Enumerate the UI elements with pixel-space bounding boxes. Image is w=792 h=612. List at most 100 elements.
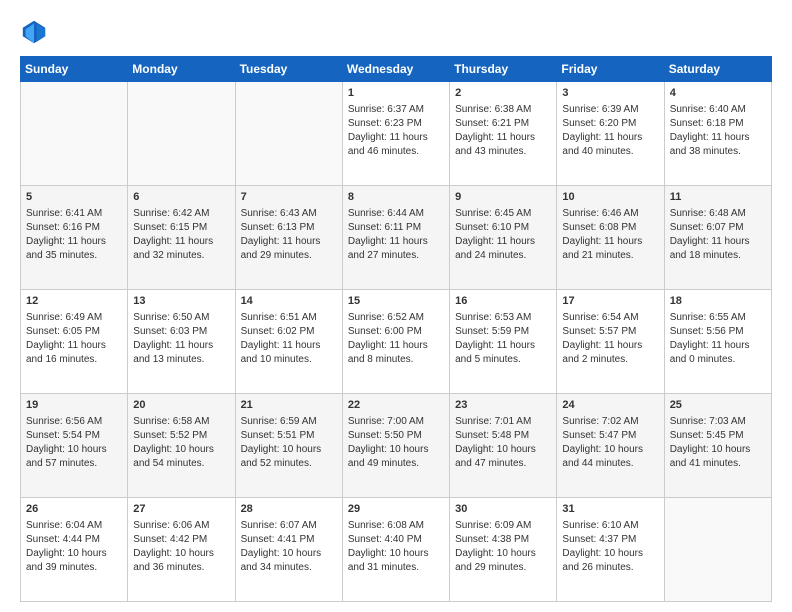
calendar-week-row: 26Sunrise: 6:04 AMSunset: 4:44 PMDayligh… [21,498,772,602]
sunset-text: Sunset: 6:10 PM [455,221,551,235]
sunrise-text: Sunrise: 6:04 AM [26,519,122,533]
day-number: 26 [26,502,122,517]
daylight-text: Daylight: 10 hours and 36 minutes. [133,547,229,575]
day-number: 1 [348,86,444,101]
daylight-text: Daylight: 10 hours and 44 minutes. [562,443,658,471]
sunrise-text: Sunrise: 6:59 AM [241,415,337,429]
calendar-cell: 13Sunrise: 6:50 AMSunset: 6:03 PMDayligh… [128,290,235,394]
daylight-text: Daylight: 10 hours and 31 minutes. [348,547,444,575]
sunset-text: Sunset: 5:45 PM [670,429,766,443]
daylight-text: Daylight: 11 hours and 5 minutes. [455,339,551,367]
sunrise-text: Sunrise: 6:53 AM [455,311,551,325]
header [20,18,772,46]
day-number: 15 [348,294,444,309]
day-number: 7 [241,190,337,205]
day-number: 10 [562,190,658,205]
day-number: 20 [133,398,229,413]
calendar-cell: 6Sunrise: 6:42 AMSunset: 6:15 PMDaylight… [128,186,235,290]
sunset-text: Sunset: 6:20 PM [562,117,658,131]
sunset-text: Sunset: 4:44 PM [26,533,122,547]
calendar-cell: 15Sunrise: 6:52 AMSunset: 6:00 PMDayligh… [342,290,449,394]
daylight-text: Daylight: 10 hours and 49 minutes. [348,443,444,471]
daylight-text: Daylight: 11 hours and 13 minutes. [133,339,229,367]
calendar-cell: 4Sunrise: 6:40 AMSunset: 6:18 PMDaylight… [664,82,771,186]
daylight-text: Daylight: 11 hours and 0 minutes. [670,339,766,367]
daylight-text: Daylight: 10 hours and 29 minutes. [455,547,551,575]
daylight-text: Daylight: 10 hours and 39 minutes. [26,547,122,575]
sunset-text: Sunset: 6:03 PM [133,325,229,339]
calendar-cell: 16Sunrise: 6:53 AMSunset: 5:59 PMDayligh… [450,290,557,394]
logo-icon [20,18,48,46]
daylight-text: Daylight: 11 hours and 43 minutes. [455,131,551,159]
sunrise-text: Sunrise: 7:01 AM [455,415,551,429]
sunset-text: Sunset: 4:40 PM [348,533,444,547]
day-number: 12 [26,294,122,309]
calendar-cell [664,498,771,602]
day-number: 11 [670,190,766,205]
calendar-cell: 12Sunrise: 6:49 AMSunset: 6:05 PMDayligh… [21,290,128,394]
calendar-cell: 27Sunrise: 6:06 AMSunset: 4:42 PMDayligh… [128,498,235,602]
day-number: 5 [26,190,122,205]
sunrise-text: Sunrise: 6:49 AM [26,311,122,325]
calendar-cell: 17Sunrise: 6:54 AMSunset: 5:57 PMDayligh… [557,290,664,394]
daylight-text: Daylight: 11 hours and 29 minutes. [241,235,337,263]
daylight-text: Daylight: 10 hours and 52 minutes. [241,443,337,471]
day-number: 4 [670,86,766,101]
day-number: 24 [562,398,658,413]
daylight-text: Daylight: 10 hours and 57 minutes. [26,443,122,471]
calendar-week-row: 1Sunrise: 6:37 AMSunset: 6:23 PMDaylight… [21,82,772,186]
sunrise-text: Sunrise: 6:37 AM [348,103,444,117]
daylight-text: Daylight: 11 hours and 46 minutes. [348,131,444,159]
calendar-cell: 23Sunrise: 7:01 AMSunset: 5:48 PMDayligh… [450,394,557,498]
calendar-cell: 20Sunrise: 6:58 AMSunset: 5:52 PMDayligh… [128,394,235,498]
sunset-text: Sunset: 5:56 PM [670,325,766,339]
sunrise-text: Sunrise: 6:50 AM [133,311,229,325]
sunrise-text: Sunrise: 6:54 AM [562,311,658,325]
sunset-text: Sunset: 4:41 PM [241,533,337,547]
day-number: 31 [562,502,658,517]
calendar-cell: 11 Sunrise: 6:48 AMSunset: 6:07 PMDayligh… [664,186,771,290]
sunrise-text: Sunrise: 6:40 AM [670,103,766,117]
calendar-cell: 18Sunrise: 6:55 AMSunset: 5:56 PMDayligh… [664,290,771,394]
sunset-text: Sunset: 6:07 PM [670,221,766,235]
calendar-cell: 26 Sunrise: 6:04 AMSunset: 4:44 PMDayligh… [21,498,128,602]
calendar-cell: 3Sunrise: 6:39 AMSunset: 6:20 PMDaylight… [557,82,664,186]
day-number: 25 [670,398,766,413]
daylight-text: Daylight: 11 hours and 35 minutes. [26,235,122,263]
daylight-text: Daylight: 11 hours and 2 minutes. [562,339,658,367]
sunrise-text: Sunrise: 7:00 AM [348,415,444,429]
sunset-text: Sunset: 5:47 PM [562,429,658,443]
sunset-text: Sunset: 6:15 PM [133,221,229,235]
sunset-text: Sunset: 5:54 PM [26,429,122,443]
sunset-text: Sunset: 6:16 PM [26,221,122,235]
daylight-text: Daylight: 11 hours and 38 minutes. [670,131,766,159]
calendar-cell: 7Sunrise: 6:43 AMSunset: 6:13 PMDaylight… [235,186,342,290]
calendar-cell: 28Sunrise: 6:07 AMSunset: 4:41 PMDayligh… [235,498,342,602]
calendar-week-row: 12Sunrise: 6:49 AMSunset: 6:05 PMDayligh… [21,290,772,394]
sunrise-text: Sunrise: 6:44 AM [348,207,444,221]
calendar-cell: 29Sunrise: 6:08 AMSunset: 4:40 PMDayligh… [342,498,449,602]
sunrise-text: Sunrise: 6:48 AM [670,207,766,221]
sunrise-text: Sunrise: 6:55 AM [670,311,766,325]
daylight-text: Daylight: 11 hours and 16 minutes. [26,339,122,367]
sunset-text: Sunset: 5:48 PM [455,429,551,443]
day-number: 14 [241,294,337,309]
calendar-cell: 1Sunrise: 6:37 AMSunset: 6:23 PMDaylight… [342,82,449,186]
sunset-text: Sunset: 6:00 PM [348,325,444,339]
weekday-header: Tuesday [235,57,342,82]
sunrise-text: Sunrise: 6:38 AM [455,103,551,117]
daylight-text: Daylight: 11 hours and 8 minutes. [348,339,444,367]
daylight-text: Daylight: 11 hours and 18 minutes. [670,235,766,263]
sunrise-text: Sunrise: 6:08 AM [348,519,444,533]
sunrise-text: Sunrise: 6:43 AM [241,207,337,221]
day-number: 28 [241,502,337,517]
sunset-text: Sunset: 5:57 PM [562,325,658,339]
weekday-header: Wednesday [342,57,449,82]
daylight-text: Daylight: 10 hours and 26 minutes. [562,547,658,575]
calendar-cell: 14Sunrise: 6:51 AMSunset: 6:02 PMDayligh… [235,290,342,394]
sunrise-text: Sunrise: 6:45 AM [455,207,551,221]
daylight-text: Daylight: 10 hours and 54 minutes. [133,443,229,471]
sunset-text: Sunset: 5:50 PM [348,429,444,443]
sunset-text: Sunset: 4:38 PM [455,533,551,547]
page: SundayMondayTuesdayWednesdayThursdayFrid… [0,0,792,612]
